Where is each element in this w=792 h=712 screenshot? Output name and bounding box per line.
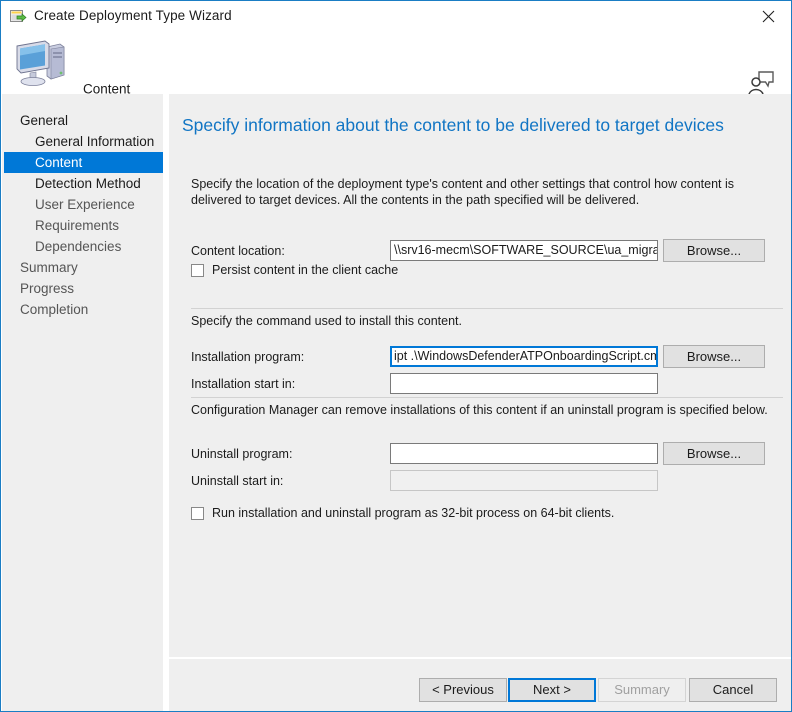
summary-button: Summary [598,678,686,702]
checkbox-box-icon [191,263,204,277]
header-banner: Content [2,33,791,97]
create-deployment-type-wizard-window: Create Deployment Type Wizard Content Ge… [0,0,792,712]
close-icon[interactable] [745,1,791,32]
window-title: Create Deployment Type Wizard [34,8,232,23]
title-bar: Create Deployment Type Wizard [1,1,791,33]
installation-start-in-label: Installation start in: [191,377,296,391]
uninstall-note: Configuration Manager can remove install… [191,403,768,417]
uninstall-start-in-label: Uninstall start in: [191,474,284,488]
sidebar-item-requirements[interactable]: Requirements [2,215,163,236]
run-32bit-checkbox-label: Run installation and uninstall program a… [212,506,615,520]
sidebar-item-summary[interactable]: Summary [2,257,163,278]
installation-program-label: Installation program: [191,350,305,364]
section-divider-uninstall [191,397,783,398]
content-location-input[interactable]: \\srv16-mecm\SOFTWARE_SOURCE\ua_migrate [390,240,658,261]
sidebar-item-dependencies[interactable]: Dependencies [2,236,163,257]
sidebar-item-completion[interactable]: Completion [2,299,163,320]
installation-program-browse-button[interactable]: Browse... [663,345,765,368]
content-heading: Specify information about the content to… [182,115,724,135]
checkbox-box-icon [191,506,204,520]
section-divider-install [191,308,783,309]
sidebar-list: General General Information Content Dete… [2,110,163,320]
uninstall-start-in-input [390,470,658,491]
run-32bit-checkbox[interactable]: Run installation and uninstall program a… [191,506,614,520]
content-description: Specify the location of the deployment t… [191,177,734,207]
content-location-label: Content location: [191,244,285,258]
previous-button[interactable]: < Previous [419,678,507,702]
sidebar-item-user-experience[interactable]: User Experience [2,194,163,215]
persist-content-checkbox-label: Persist content in the client cache [212,263,399,277]
user-feedback-icon[interactable] [746,67,776,97]
content-location-browse-button[interactable]: Browse... [663,239,765,262]
sidebar-item-content[interactable]: Content [4,152,163,173]
content-pane: Specify information about the content to… [169,94,791,657]
sidebar-item-progress[interactable]: Progress [2,278,163,299]
cancel-button[interactable]: Cancel [689,678,777,702]
deployment-type-icon [10,9,27,25]
install-command-note: Specify the command used to install this… [191,314,462,328]
uninstall-program-input[interactable] [390,443,658,464]
wizard-navigation-sidebar: General General Information Content Dete… [2,94,163,711]
persist-content-checkbox[interactable]: Persist content in the client cache [191,263,398,277]
computer-icon [14,38,70,88]
next-button[interactable]: Next > [508,678,596,702]
sidebar-item-general-information[interactable]: General Information [2,131,163,152]
uninstall-program-label: Uninstall program: [191,447,293,461]
sidebar-item-detection-method[interactable]: Detection Method [2,173,163,194]
installation-start-in-input[interactable] [390,373,658,394]
uninstall-program-browse-button[interactable]: Browse... [663,442,765,465]
installation-program-value: ipt .\WindowsDefenderATPOnboardingScript… [394,349,658,363]
installation-program-input[interactable]: ipt .\WindowsDefenderATPOnboardingScript… [390,346,658,367]
sidebar-item-general[interactable]: General [2,110,163,131]
